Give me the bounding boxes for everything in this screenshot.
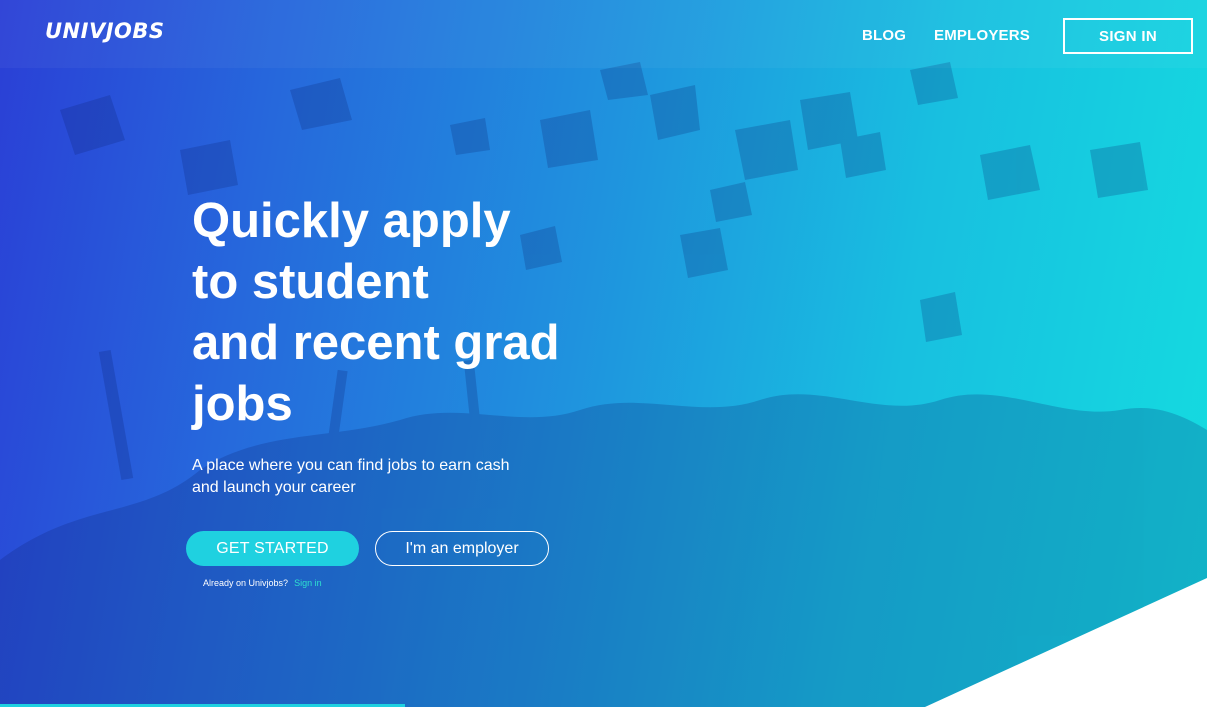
- subtext-line: and launch your career: [192, 479, 356, 496]
- sign-in-button[interactable]: SIGN IN: [1063, 18, 1193, 54]
- headline-line: to student: [192, 255, 429, 309]
- already-member-label: Already on Univjobs?: [203, 578, 289, 588]
- get-started-button[interactable]: GET STARTED: [186, 531, 359, 566]
- hero-section: UNIVJOBS BLOG EMPLOYERS SIGN IN Quickly …: [0, 0, 1207, 707]
- already-member-text: Already on Univjobs? Sign in: [203, 578, 322, 588]
- hero-subtext: A place where you can find jobs to earn …: [192, 455, 572, 499]
- hero-headline: Quickly apply to student and recent grad…: [192, 191, 632, 435]
- top-navigation-bar: UNIVJOBS BLOG EMPLOYERS SIGN IN: [0, 0, 1207, 68]
- headline-line: and recent grad: [192, 316, 560, 370]
- subtext-line: A place where you can find jobs to earn …: [192, 457, 510, 474]
- univjobs-logo[interactable]: UNIVJOBS: [45, 19, 165, 43]
- headline-line: jobs: [192, 377, 293, 431]
- sign-in-link[interactable]: Sign in: [294, 578, 322, 588]
- nav-link-blog[interactable]: BLOG: [862, 27, 906, 44]
- headline-line: Quickly apply: [192, 194, 511, 248]
- employer-button[interactable]: I'm an employer: [375, 531, 549, 566]
- nav-link-employers[interactable]: EMPLOYERS: [934, 27, 1030, 44]
